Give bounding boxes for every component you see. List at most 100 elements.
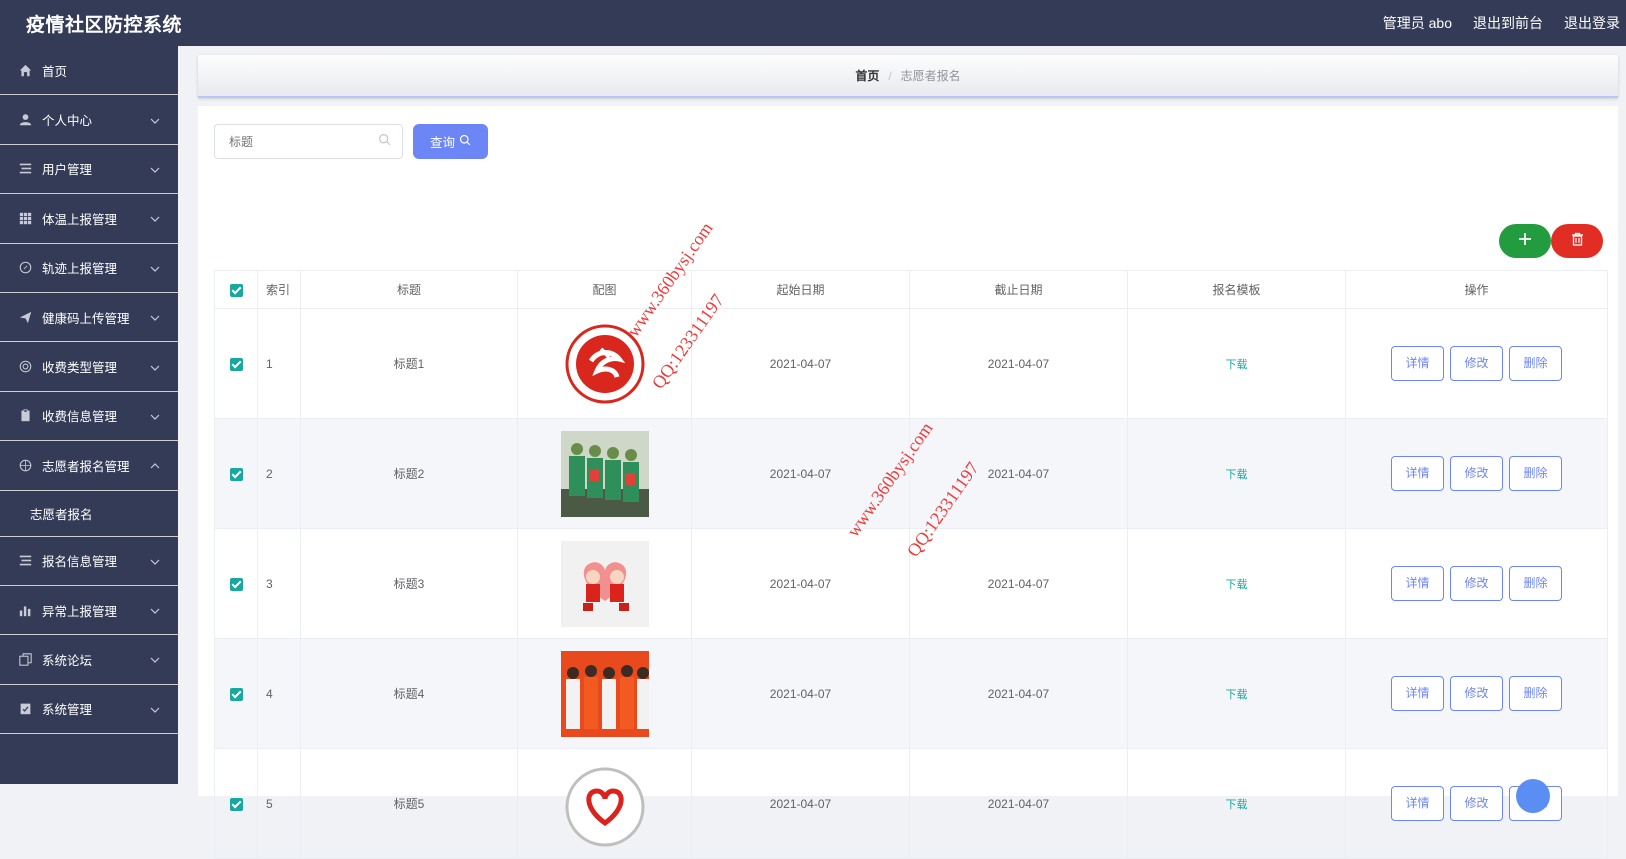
clipboard-check-icon: [18, 702, 32, 716]
delete-button[interactable]: 删除: [1509, 676, 1562, 711]
add-button[interactable]: [1499, 224, 1551, 258]
sidebar-item-abnormal-report[interactable]: 异常上报管理: [0, 586, 178, 636]
start-date-cell: 2021-04-07: [691, 418, 910, 529]
table-row: 2 标题2 2021-04-07 2021-04-07 下载 详情 修改 删除: [214, 418, 1608, 529]
scroll-top-button[interactable]: [1516, 779, 1550, 813]
end-date-cell: 2021-04-07: [909, 528, 1128, 639]
sidebar-item-fee-info[interactable]: 收费信息管理: [0, 392, 178, 442]
delete-button[interactable]: 删除: [1509, 456, 1562, 491]
download-link[interactable]: 下载: [1226, 469, 1248, 481]
volunteers-photo-image: [560, 430, 649, 517]
detail-button[interactable]: 详情: [1391, 786, 1444, 821]
edit-button[interactable]: 修改: [1450, 786, 1503, 821]
top-header: 疫情社区防控系统 管理员 abo 退出到前台 退出登录: [0, 0, 1626, 46]
sidebar-item-health-code[interactable]: 健康码上传管理: [0, 293, 178, 343]
index-cell: 2: [257, 418, 301, 529]
detail-button[interactable]: 详情: [1391, 676, 1444, 711]
chevron-down-icon: [150, 211, 160, 225]
actions-cell: 详情修改删除: [1345, 528, 1608, 639]
edit-button[interactable]: 修改: [1450, 676, 1503, 711]
sidebar-item-label: 异常上报管理: [42, 604, 118, 619]
sidebar-subitem-volunteer-signup[interactable]: 志愿者报名: [0, 491, 178, 537]
row-checkbox[interactable]: [229, 357, 243, 371]
sidebar-item-label: 轨迹上报管理: [42, 262, 118, 277]
content-card: 查询 索引 标题 配图 起始日期 截止日期 报名模板 操作: [198, 106, 1618, 859]
sidebar-item-personal-center[interactable]: 个人中心: [0, 95, 178, 145]
sidebar-item-track[interactable]: 轨迹上报管理: [0, 244, 178, 293]
delete-button[interactable]: 删除: [1509, 566, 1562, 601]
sidebar-item-home[interactable]: 首页: [0, 46, 178, 96]
start-date-cell: 2021-04-07: [691, 748, 910, 859]
exit-to-front-link[interactable]: 退出到前台: [1473, 13, 1543, 33]
title-search-input[interactable]: [214, 124, 403, 159]
image-cell: [517, 528, 692, 639]
detail-button[interactable]: 详情: [1391, 456, 1444, 491]
table-header-row: 索引 标题 配图 起始日期 截止日期 报名模板 操作: [214, 270, 1608, 309]
select-all-checkbox[interactable]: [229, 283, 243, 297]
row-checkbox[interactable]: [229, 797, 243, 811]
admin-user-link[interactable]: 管理员 abo: [1383, 13, 1452, 33]
title-cell: 标题2: [300, 418, 518, 529]
end-date-cell: 2021-04-07: [909, 748, 1128, 859]
actions-cell: 详情修改删除: [1345, 418, 1608, 529]
query-button-label: 查询: [429, 136, 455, 150]
sidebar-item-label: 首页: [42, 64, 68, 79]
sidebar-item-label: 报名信息管理: [42, 555, 118, 570]
chevron-down-icon: [150, 603, 160, 617]
chevron-down-icon: [150, 113, 160, 127]
row-checkbox-cell: [214, 308, 258, 419]
breadcrumb-home[interactable]: 首页: [855, 67, 879, 84]
sidebar-item-label: 志愿者报名管理: [42, 459, 130, 474]
sidebar-item-signup-info[interactable]: 报名信息管理: [0, 537, 178, 586]
plus-icon: [1518, 232, 1532, 251]
download-link[interactable]: 下载: [1226, 579, 1248, 591]
detail-button[interactable]: 详情: [1391, 346, 1444, 381]
chevron-down-icon: [150, 702, 160, 716]
logout-link[interactable]: 退出登录: [1564, 13, 1620, 33]
chevron-down-icon: [150, 261, 160, 275]
detail-button[interactable]: 详情: [1391, 566, 1444, 601]
edit-button[interactable]: 修改: [1450, 456, 1503, 491]
sidebar-item-label: 志愿者报名: [30, 507, 93, 522]
column-header-title: 标题: [300, 270, 518, 309]
list-icon: [18, 162, 32, 176]
sidebar-item-label: 系统论坛: [42, 653, 93, 668]
edit-button[interactable]: 修改: [1450, 346, 1503, 381]
download-link[interactable]: 下载: [1226, 799, 1248, 811]
sidebar-item-temperature[interactable]: 体温上报管理: [0, 194, 178, 244]
row-checkbox[interactable]: [229, 687, 243, 701]
end-date-cell: 2021-04-07: [909, 638, 1128, 749]
sidebar-item-user-management[interactable]: 用户管理: [0, 145, 178, 195]
sidebar-item-system[interactable]: 系统管理: [0, 685, 178, 735]
compass-icon: [18, 261, 32, 275]
download-link[interactable]: 下载: [1226, 359, 1248, 371]
row-checkbox[interactable]: [229, 577, 243, 591]
table-row: 1 标题1 2021-04-07 2021-04-07 下载 详情 修改 删除: [214, 308, 1608, 419]
template-cell: 下载: [1127, 528, 1346, 639]
sidebar-item-volunteer-management[interactable]: 志愿者报名管理: [0, 441, 178, 491]
table-row: 4 标题4 2021-04-07 2021-04-07 下载 详情 修改 删除: [214, 638, 1608, 749]
sidebar-item-label: 个人中心: [42, 114, 93, 129]
chevron-up-icon: [150, 458, 160, 472]
sidebar-item-forum[interactable]: 系统论坛: [0, 635, 178, 685]
actions-cell: 详情修改删除: [1345, 308, 1608, 419]
index-cell: 4: [257, 638, 301, 749]
delete-button[interactable]: 删除: [1509, 346, 1562, 381]
edit-button[interactable]: 修改: [1450, 566, 1503, 601]
sidebar-item-label: 收费类型管理: [42, 361, 118, 376]
column-header-template: 报名模板: [1127, 270, 1346, 309]
chevron-down-icon: [150, 409, 160, 423]
template-cell: 下载: [1127, 638, 1346, 749]
copy-icon: [18, 652, 32, 666]
breadcrumb-separator: /: [888, 68, 892, 83]
sidebar-item-fee-type[interactable]: 收费类型管理: [0, 342, 178, 392]
row-checkbox[interactable]: [229, 467, 243, 481]
sidebar: 首页 个人中心 用户管理 体温上报管理 轨迹上报管理 健康码上传管理 收费类型管…: [0, 46, 178, 784]
download-link[interactable]: 下载: [1226, 689, 1248, 701]
grid-icon: [18, 211, 32, 225]
batch-delete-button[interactable]: [1551, 224, 1603, 258]
volunteer-logo-image: [565, 324, 644, 403]
title-cell: 标题5: [300, 748, 518, 859]
cartoon-couple-image: [560, 540, 649, 627]
query-button[interactable]: 查询: [413, 124, 488, 159]
